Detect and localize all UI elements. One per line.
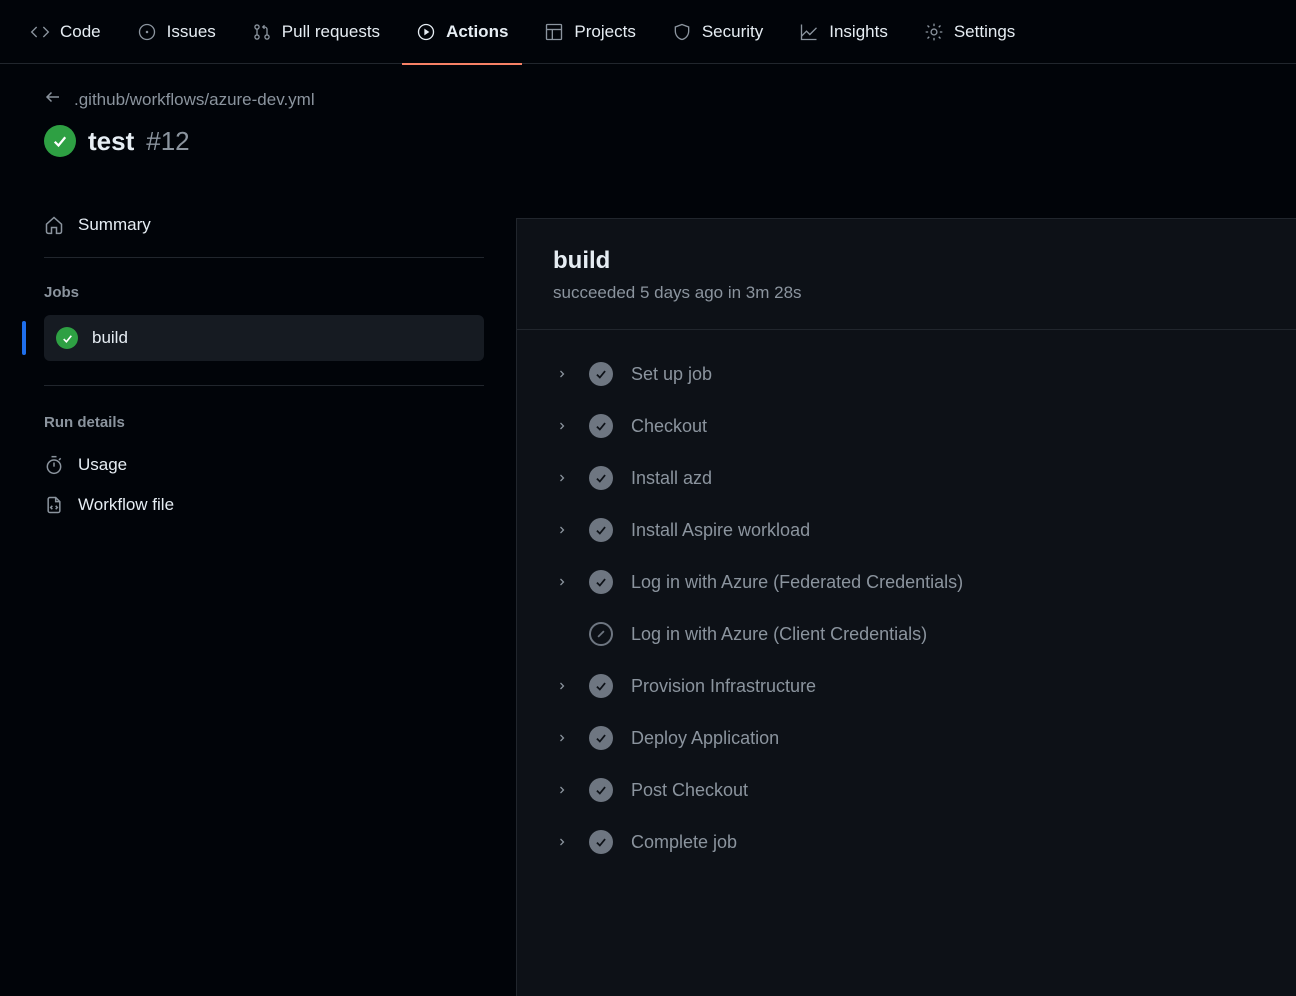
nav-actions[interactable]: Actions: [402, 0, 522, 64]
nav-settings[interactable]: Settings: [910, 0, 1029, 64]
success-icon: [589, 830, 613, 854]
arrow-left-icon: [44, 88, 62, 111]
nav-code[interactable]: Code: [16, 0, 115, 64]
success-icon: [589, 778, 613, 802]
stopwatch-icon: [44, 455, 64, 475]
sidebar-usage[interactable]: Usage: [44, 445, 484, 485]
code-icon: [30, 22, 50, 42]
step-name: Deploy Application: [631, 728, 779, 749]
step-name: Checkout: [631, 416, 707, 437]
success-icon: [589, 674, 613, 698]
step-name: Set up job: [631, 364, 712, 385]
run-title: test: [88, 126, 134, 157]
nav-pull-requests[interactable]: Pull requests: [238, 0, 394, 64]
run-details-heading: Run details: [44, 406, 484, 439]
nav-projects[interactable]: Projects: [530, 0, 649, 64]
job-name: build: [553, 247, 1260, 275]
nav-insights[interactable]: Insights: [785, 0, 902, 64]
step-row[interactable]: Set up job: [517, 348, 1296, 400]
pull-request-icon: [252, 22, 272, 42]
jobs-heading: Jobs: [44, 276, 484, 309]
nav-projects-label: Projects: [574, 22, 635, 42]
success-icon: [589, 466, 613, 490]
step-name: Provision Infrastructure: [631, 676, 816, 697]
success-icon: [589, 570, 613, 594]
projects-icon: [544, 22, 564, 42]
step-name: Install Aspire workload: [631, 520, 810, 541]
nav-actions-label: Actions: [446, 22, 508, 42]
graph-icon: [799, 22, 819, 42]
nav-security-label: Security: [702, 22, 763, 42]
sidebar-workflow-file-label: Workflow file: [78, 495, 174, 515]
step-row[interactable]: Post Checkout: [517, 764, 1296, 816]
step-row[interactable]: Deploy Application: [517, 712, 1296, 764]
step-row[interactable]: Provision Infrastructure: [517, 660, 1296, 712]
chevron-right-icon: [553, 524, 571, 536]
chevron-right-icon: [553, 732, 571, 744]
step-name: Complete job: [631, 832, 737, 853]
nav-security[interactable]: Security: [658, 0, 777, 64]
step-row[interactable]: Log in with Azure (Federated Credentials…: [517, 556, 1296, 608]
nav-pr-label: Pull requests: [282, 22, 380, 42]
play-icon: [416, 22, 436, 42]
chevron-right-icon: [553, 576, 571, 588]
chevron-right-icon: [553, 836, 571, 848]
success-icon: [589, 414, 613, 438]
success-icon: [44, 125, 76, 157]
nav-settings-label: Settings: [954, 22, 1015, 42]
issue-icon: [137, 22, 157, 42]
sidebar-workflow-file[interactable]: Workflow file: [44, 485, 484, 525]
chevron-right-icon: [553, 784, 571, 796]
nav-issues-label: Issues: [167, 22, 216, 42]
file-code-icon: [44, 495, 64, 515]
run-title-row: test #12: [44, 125, 484, 157]
sidebar-job-label: build: [92, 328, 128, 348]
nav-code-label: Code: [60, 22, 101, 42]
sidebar-job-build[interactable]: build: [44, 315, 484, 361]
success-icon: [589, 726, 613, 750]
sidebar-usage-label: Usage: [78, 455, 127, 475]
step-row[interactable]: Install Aspire workload: [517, 504, 1296, 556]
chevron-right-icon: [553, 420, 571, 432]
breadcrumb-path: .github/workflows/azure-dev.yml: [74, 90, 315, 110]
success-icon: [589, 362, 613, 386]
job-status-line: succeeded 5 days ago in 3m 28s: [553, 283, 1260, 303]
chevron-right-icon: [553, 680, 571, 692]
workflow-sidebar: .github/workflows/azure-dev.yml test #12…: [0, 64, 516, 996]
sidebar-summary[interactable]: Summary: [44, 205, 484, 258]
nav-issues[interactable]: Issues: [123, 0, 230, 64]
run-number: #12: [146, 126, 189, 157]
success-icon: [56, 327, 78, 349]
chevron-right-icon: [553, 368, 571, 380]
success-icon: [589, 518, 613, 542]
step-row[interactable]: Checkout: [517, 400, 1296, 452]
home-icon: [44, 215, 64, 235]
step-name: Install azd: [631, 468, 712, 489]
job-header: build succeeded 5 days ago in 3m 28s: [517, 219, 1296, 330]
chevron-right-icon: [553, 472, 571, 484]
step-name: Log in with Azure (Federated Credentials…: [631, 572, 963, 593]
nav-insights-label: Insights: [829, 22, 888, 42]
breadcrumb-back[interactable]: .github/workflows/azure-dev.yml: [44, 88, 484, 111]
step-row[interactable]: Complete job: [517, 816, 1296, 868]
skipped-icon: [589, 622, 613, 646]
steps-list: Set up job Checkout Install azd Install Asp…: [517, 330, 1296, 886]
step-row: Log in with Azure (Client Credentials): [517, 608, 1296, 660]
job-panel: build succeeded 5 days ago in 3m 28s Set…: [516, 218, 1296, 996]
sidebar-summary-label: Summary: [78, 215, 151, 235]
step-name: Log in with Azure (Client Credentials): [631, 624, 927, 645]
gear-icon: [924, 22, 944, 42]
repo-nav: Code Issues Pull requests Actions Projec…: [0, 0, 1296, 64]
step-row[interactable]: Install azd: [517, 452, 1296, 504]
shield-icon: [672, 22, 692, 42]
step-name: Post Checkout: [631, 780, 748, 801]
